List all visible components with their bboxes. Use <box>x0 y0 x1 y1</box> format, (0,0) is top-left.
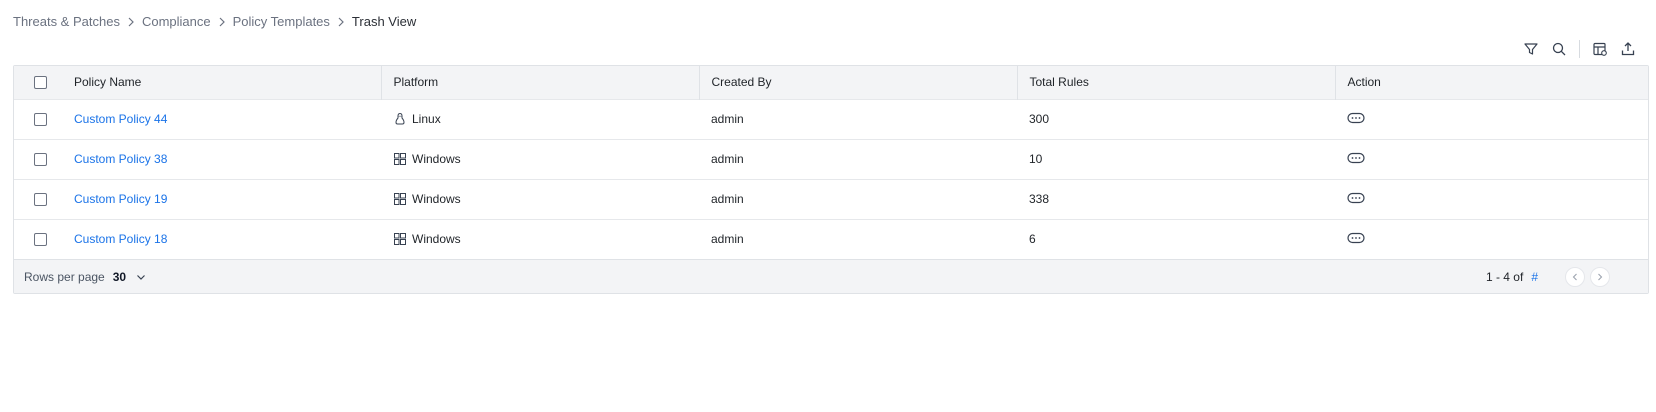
policy-name-link[interactable]: Custom Policy 18 <box>74 232 167 246</box>
breadcrumb-compliance[interactable]: Compliance <box>142 14 211 29</box>
table-row: Custom Policy 19 Windows admin 338 <box>14 179 1648 219</box>
search-icon[interactable] <box>1545 38 1573 60</box>
policy-table: Policy Name Platform Created By Total Ru… <box>13 65 1649 294</box>
more-actions-icon[interactable] <box>1347 192 1365 207</box>
prev-page-button[interactable] <box>1565 266 1585 287</box>
select-all-checkbox[interactable] <box>34 76 47 90</box>
more-actions-icon[interactable] <box>1347 152 1365 167</box>
total-rules-cell: 6 <box>1029 232 1036 247</box>
row-checkbox[interactable] <box>34 113 47 127</box>
column-header-policy-name[interactable]: Policy Name <box>62 66 382 99</box>
breadcrumb-threats-patches[interactable]: Threats & Patches <box>13 14 120 29</box>
created-by-cell: admin <box>711 112 744 126</box>
chevron-right-icon <box>124 15 138 29</box>
chevron-right-icon <box>1598 273 1603 280</box>
platform-label: Windows <box>412 192 461 206</box>
table-row: Custom Policy 44 Linux admin 300 <box>14 99 1648 139</box>
platform-cell: Linux <box>393 112 687 126</box>
breadcrumb-policy-templates[interactable]: Policy Templates <box>233 14 330 29</box>
pagination-total[interactable]: # <box>1531 270 1538 284</box>
table-row: Custom Policy 18 Windows admin 6 <box>14 219 1648 259</box>
breadcrumb-current: Trash View <box>351 14 417 29</box>
platform-cell: Windows <box>393 192 687 206</box>
pagination-range: 1 - 4 of <box>1485 269 1524 284</box>
next-page-button[interactable] <box>1590 266 1610 287</box>
table-row: Custom Policy 38 Windows admin 10 <box>14 139 1648 179</box>
column-header-created-by[interactable]: Created By <box>699 66 1018 99</box>
platform-label: Windows <box>412 152 461 166</box>
total-rules-cell: 338 <box>1029 192 1050 206</box>
chevron-left-icon <box>1572 273 1577 280</box>
policy-name-link[interactable]: Custom Policy 38 <box>74 152 167 166</box>
row-checkbox[interactable] <box>34 233 47 247</box>
column-header-platform[interactable]: Platform <box>381 66 700 99</box>
row-checkbox[interactable] <box>34 193 47 207</box>
platform-label: Windows <box>412 232 461 247</box>
linux-icon <box>395 112 405 125</box>
created-by-cell: admin <box>711 152 744 166</box>
select-all-cell <box>14 66 62 99</box>
windows-icon <box>394 193 406 205</box>
breadcrumb: Threats & Patches Compliance Policy Temp… <box>13 14 416 29</box>
row-select-cell <box>14 219 62 259</box>
more-actions-icon[interactable] <box>1347 112 1365 127</box>
toolbar-divider <box>1579 40 1580 58</box>
platform-label: Linux <box>412 112 441 126</box>
created-by-cell: admin <box>711 232 744 247</box>
chevron-right-icon <box>215 15 229 29</box>
row-select-cell <box>14 139 62 179</box>
total-rules-cell: 10 <box>1029 152 1043 166</box>
windows-icon <box>394 233 406 246</box>
row-checkbox[interactable] <box>34 153 47 167</box>
column-header-total-rules[interactable]: Total Rules <box>1017 66 1336 99</box>
chevron-right-icon <box>334 15 348 29</box>
trash-view-page: Threats & Patches Compliance Policy Temp… <box>0 0 1656 412</box>
table-toolbar <box>1517 38 1642 60</box>
more-actions-icon[interactable] <box>1347 232 1365 247</box>
pagination: 1 - 4 of # <box>1485 266 1610 287</box>
table-header-row: Policy Name Platform Created By Total Ru… <box>14 66 1648 99</box>
policy-name-link[interactable]: Custom Policy 44 <box>74 112 167 126</box>
table-footer: Rows per page 30 1 - 4 of # <box>14 259 1648 293</box>
row-select-cell <box>14 179 62 219</box>
rows-per-page-value[interactable]: 30 <box>113 270 126 284</box>
rows-per-page: Rows per page 30 <box>24 270 146 284</box>
column-settings-icon[interactable] <box>1586 38 1614 60</box>
rows-per-page-label: Rows per page <box>24 269 105 284</box>
policy-name-link[interactable]: Custom Policy 19 <box>74 192 167 206</box>
chevron-down-icon[interactable] <box>136 272 146 282</box>
created-by-cell: admin <box>711 192 744 206</box>
windows-icon <box>394 153 406 165</box>
platform-cell: Windows <box>393 152 687 166</box>
row-select-cell <box>14 99 62 139</box>
export-icon[interactable] <box>1614 38 1642 60</box>
filter-icon[interactable] <box>1517 38 1545 60</box>
platform-cell: Windows <box>393 232 687 246</box>
total-rules-cell: 300 <box>1029 112 1050 126</box>
column-header-action: Action <box>1347 75 1381 90</box>
